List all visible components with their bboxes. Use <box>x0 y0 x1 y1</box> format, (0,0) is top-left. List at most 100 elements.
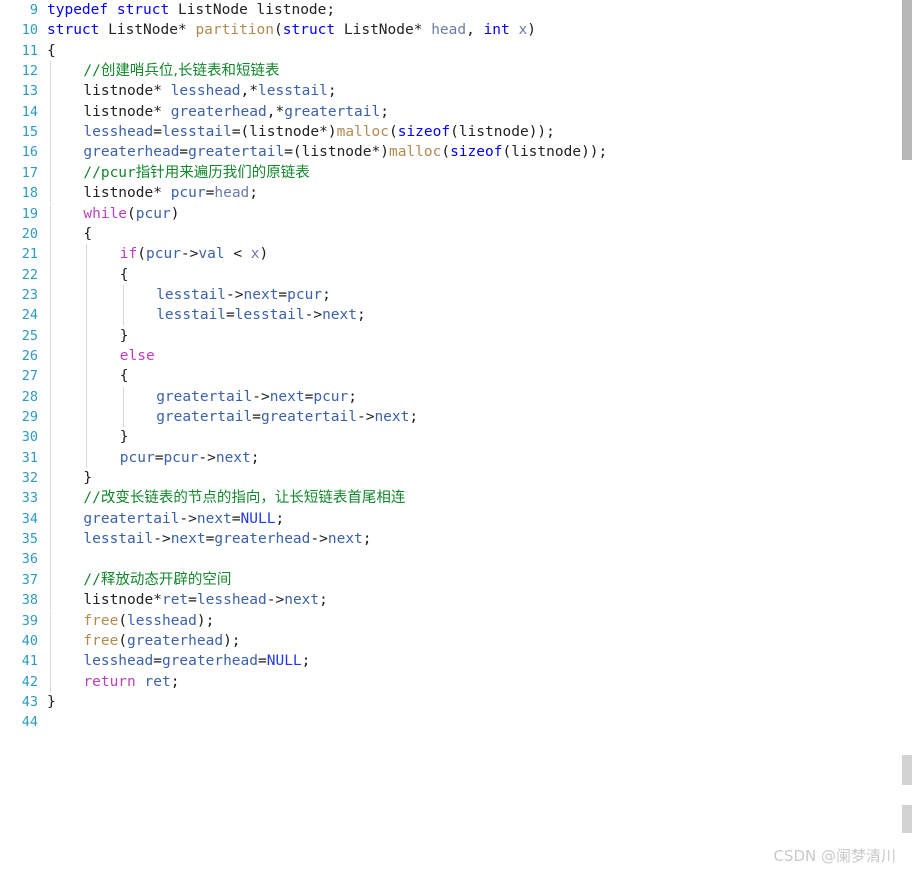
token: -> <box>252 388 270 405</box>
token: ListNode* <box>108 22 187 39</box>
line-number: 25 <box>21 327 38 344</box>
code-line: 37 //释放动态开辟的空间 <box>0 570 900 590</box>
line-number: 21 <box>21 246 38 263</box>
line-content: if(pcur->val < x) <box>47 244 268 264</box>
line-number: 38 <box>21 592 38 609</box>
token: ; <box>326 2 336 18</box>
token: =( <box>284 144 302 161</box>
token: -> <box>266 592 285 609</box>
token: } <box>47 693 56 710</box>
line-number: 18 <box>21 185 38 202</box>
token: { <box>119 368 129 385</box>
token: malloc <box>388 144 442 161</box>
vertical-scrollbar[interactable] <box>900 0 914 878</box>
code-line: 42 return ret; <box>0 672 900 692</box>
token: lesstail <box>156 307 227 324</box>
token: lesstail <box>156 286 227 303</box>
code-line: 32} <box>0 468 900 488</box>
line-content: while(pcur) <box>47 204 179 224</box>
token: ,* <box>266 103 285 120</box>
line-number: 41 <box>21 653 38 670</box>
token: pcur <box>313 388 349 405</box>
token: ; <box>170 673 180 690</box>
token: = <box>153 124 162 141</box>
token: greatertail <box>83 510 180 527</box>
line-content: lesstail->next=pcur; <box>47 285 331 305</box>
code-line: 13 listnode* lesshead,*lesstail; <box>0 81 900 101</box>
code-line: 29 greatertail=greatertail->next; <box>0 407 900 427</box>
token: ret <box>161 592 189 609</box>
code-line: 10 struct ListNode* partition(struct List… <box>0 20 900 40</box>
token: // <box>83 571 101 588</box>
line-content: pcur=pcur->next; <box>47 448 260 468</box>
line-content: greatertail->next=pcur; <box>47 387 357 407</box>
csdn-watermark: CSDN @阑梦清川 <box>773 847 896 865</box>
token: pcur <box>170 185 206 202</box>
token: ; <box>327 83 337 100</box>
token: next <box>284 592 320 609</box>
token: ; <box>362 531 372 548</box>
scrollbar-thumb[interactable] <box>902 0 912 160</box>
token: 创建哨兵位,长链表和短链表 <box>100 63 280 80</box>
code-viewport[interactable]: 9 typedef struct ListNode listnode; 10 stru… <box>0 0 900 878</box>
line-number: 24 <box>21 307 38 324</box>
token: next <box>269 388 305 405</box>
line-content: lesshead=greaterhead=NULL; <box>47 651 310 671</box>
code-line: 39 free(lesshead); <box>0 611 900 631</box>
line-content: return ret; <box>47 672 179 692</box>
line-number: 13 <box>21 83 38 100</box>
token: lesshead <box>83 124 154 141</box>
token: lesstail <box>258 83 328 100</box>
code-line: 38 listnode*ret=lesshead->next; <box>0 590 900 610</box>
token: ; <box>250 449 260 466</box>
line-number: 28 <box>21 388 38 405</box>
line-content: lesshead=lesstail=(listnode*)malloc(size… <box>47 122 555 142</box>
token: lesstail <box>161 124 232 141</box>
token: next <box>243 286 279 303</box>
token: return <box>83 673 136 690</box>
token: -> <box>179 510 197 527</box>
line-number: 16 <box>21 144 38 161</box>
token: next <box>196 510 232 527</box>
line-content: else <box>47 346 155 366</box>
code-line: 21 if(pcur->val < x) <box>0 244 900 264</box>
token: ret <box>144 673 171 690</box>
token: ( <box>274 22 283 39</box>
code-line: 36 <box>0 549 900 569</box>
code-line: 18 listnode* pcur=head; <box>0 183 900 203</box>
token: val <box>198 246 225 263</box>
line-content: { <box>47 265 129 285</box>
token: ( <box>118 612 128 629</box>
token: greatertail <box>156 409 253 425</box>
token: ( <box>450 124 459 141</box>
token: listnode* <box>83 592 162 609</box>
line-number: 33 <box>21 490 38 507</box>
token: int <box>483 22 510 39</box>
token: -> <box>198 449 216 466</box>
line-content: struct ListNode* partition(struct ListNo… <box>47 20 536 40</box>
token: -> <box>226 286 244 303</box>
token: ) <box>259 246 269 263</box>
line-content: listnode* lesshead,*lesstail; <box>47 81 337 101</box>
line-content: { <box>47 224 92 244</box>
token: greatertail <box>260 409 357 425</box>
line-number: 43 <box>21 693 38 710</box>
token: pcur <box>119 449 155 466</box>
line-number: 44 <box>21 714 38 731</box>
code-line: 16 greaterhead=greatertail=(listnode*)mal… <box>0 142 900 162</box>
token: NULL <box>240 510 276 527</box>
code-line: 26 else <box>0 346 900 366</box>
token: ) <box>170 205 180 222</box>
line-number: 29 <box>21 409 38 425</box>
line-content: { <box>47 41 56 61</box>
line-content: //改变长链表的节点的指向，让长短链表首尾相连 <box>47 488 405 508</box>
token: free <box>83 612 119 629</box>
line-content: } <box>47 427 129 447</box>
token: , <box>466 22 484 39</box>
token: ); <box>196 612 215 629</box>
